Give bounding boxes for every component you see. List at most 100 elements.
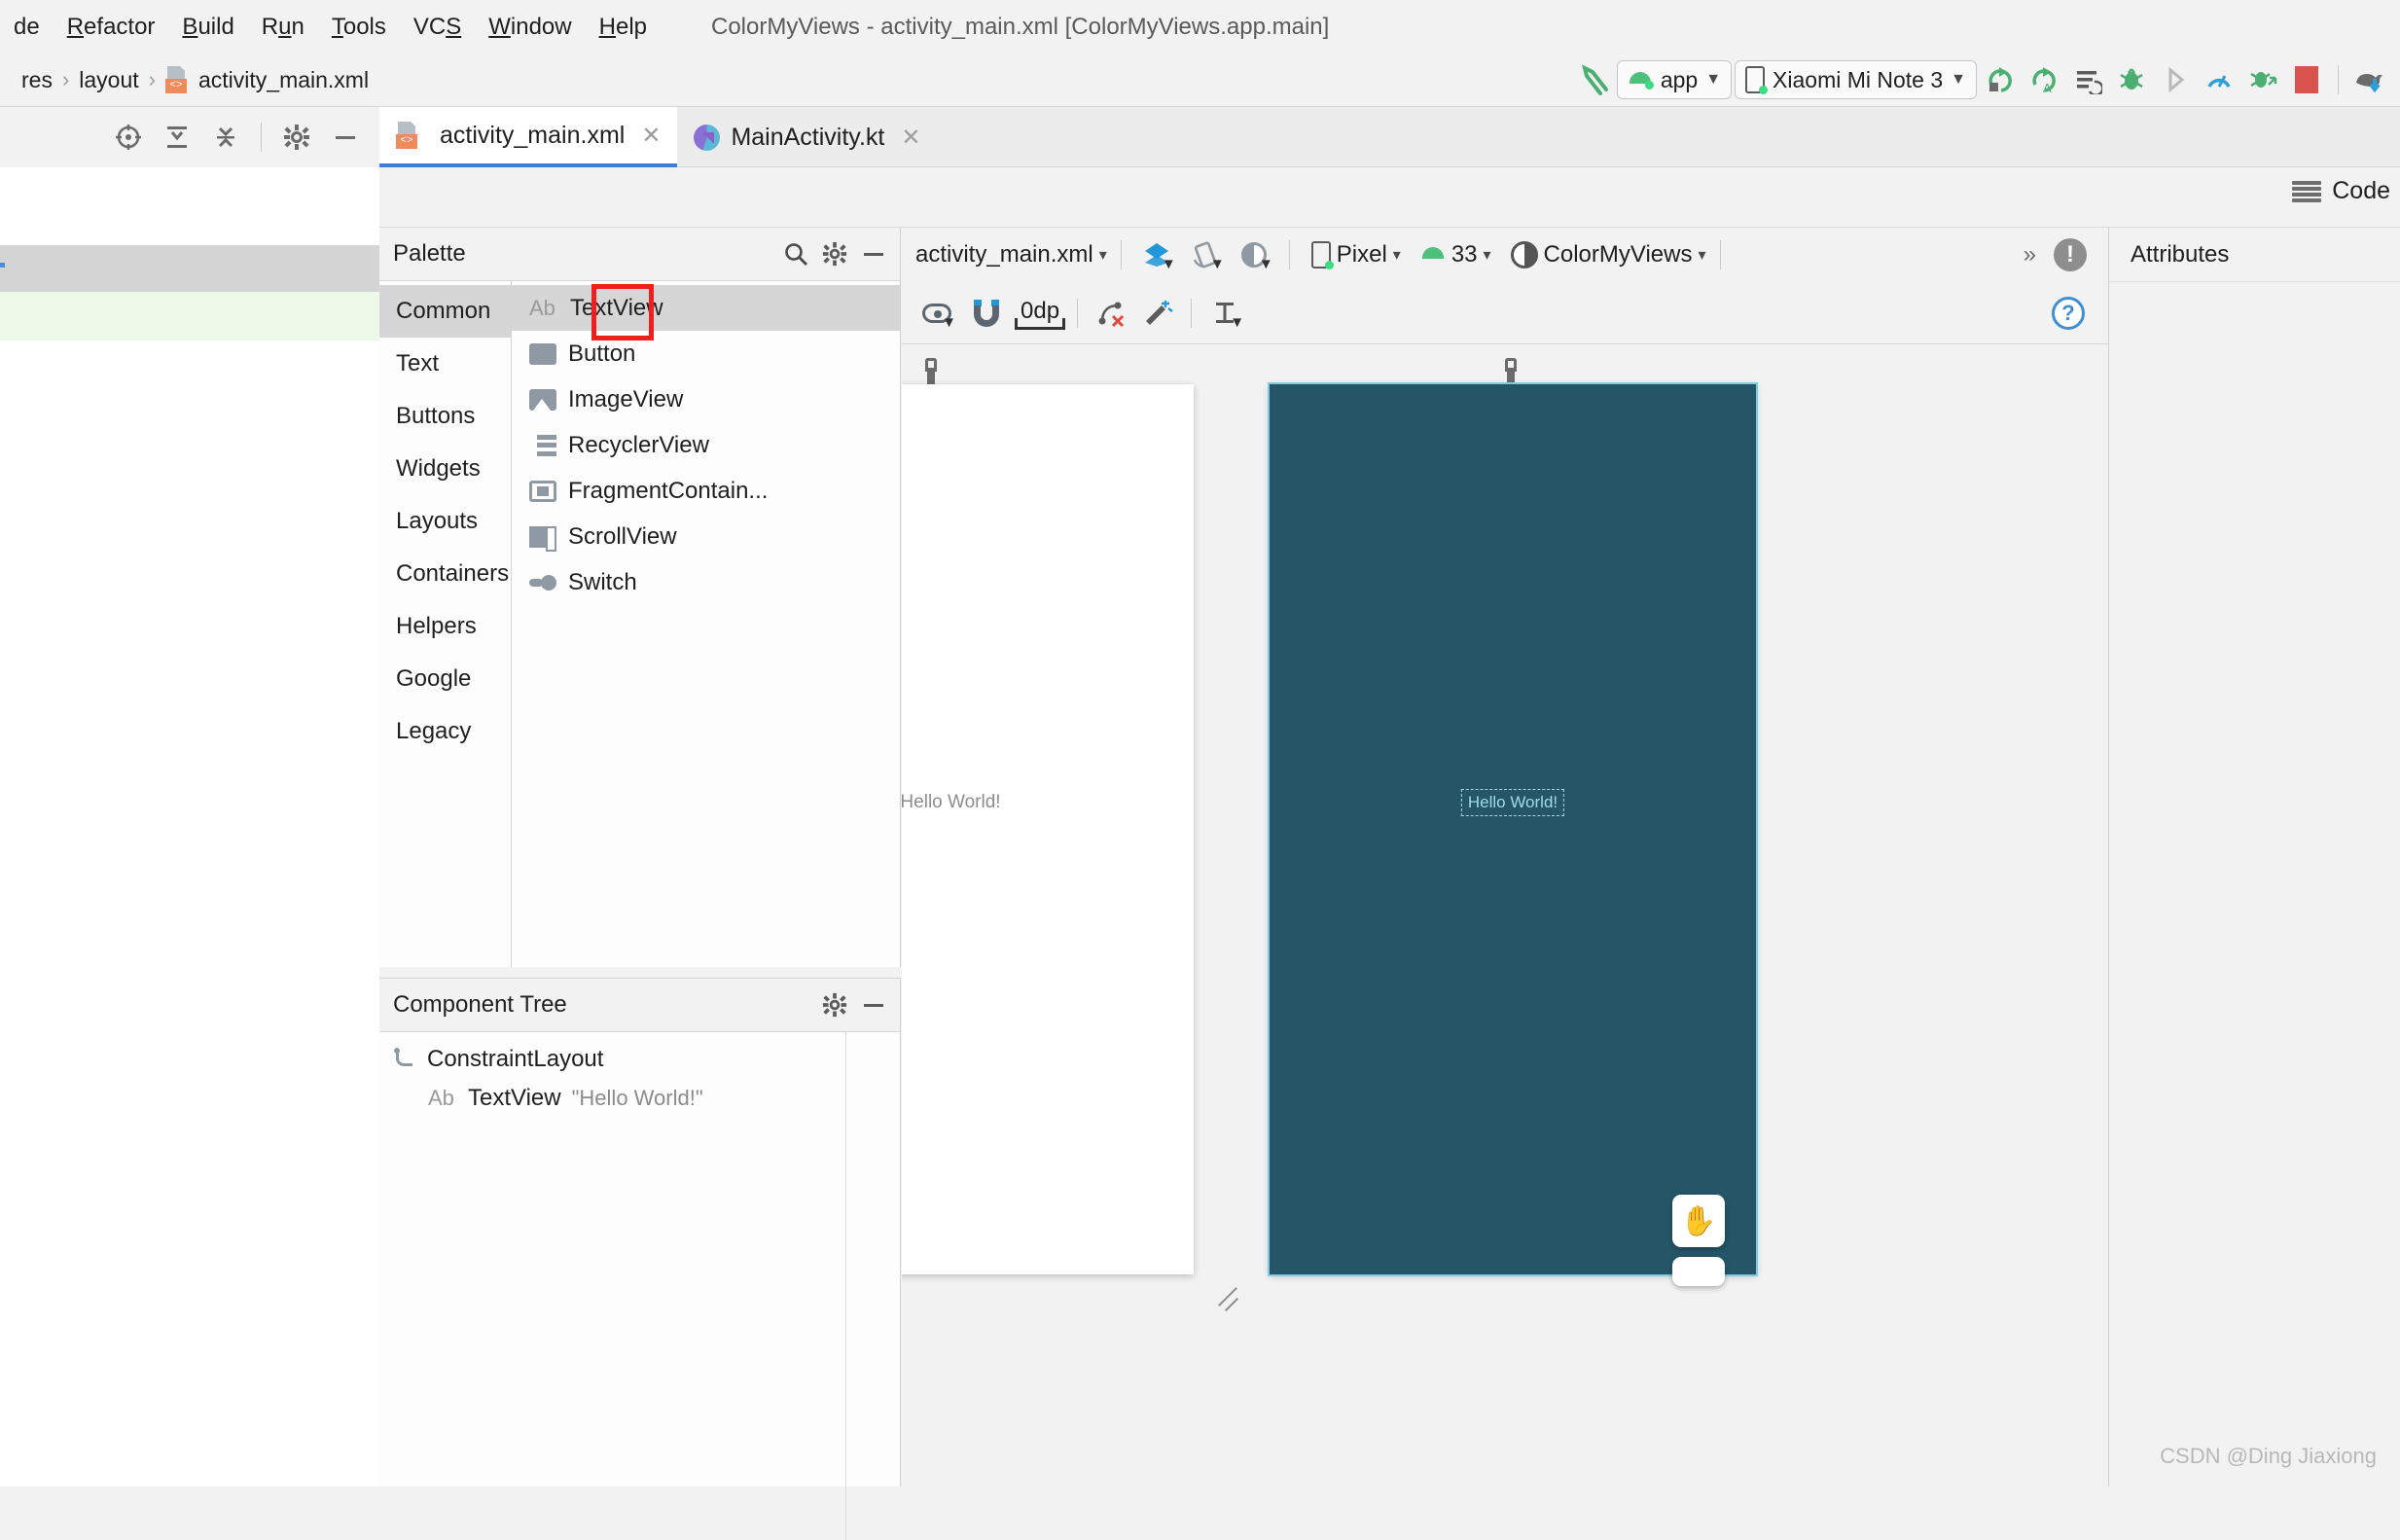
view-options-eye-icon[interactable]: ▼ [915,294,958,333]
night-mode-icon[interactable]: ▼ [1233,235,1275,274]
gear-icon[interactable] [822,241,847,267]
palette-category-buttons[interactable]: Buttons [379,390,511,443]
breadcrumb-item-file[interactable]: <>activity_main.xml [160,66,375,93]
tree-node-constraintlayout[interactable]: ConstraintLayout [379,1040,845,1079]
help-icon[interactable]: ? [2052,297,2085,330]
palette-item-label: Switch [568,569,637,596]
issues-icon[interactable]: ! [2054,238,2087,271]
breadcrumb-item-layout[interactable]: layout [73,67,144,93]
palette-item-switch[interactable]: Switch [512,559,900,605]
zoom-controls-button[interactable] [1672,1257,1725,1286]
palette-item-button[interactable]: Button [512,331,900,376]
design-mode-icon[interactable]: ▼ [1135,235,1178,274]
palette-category-legacy[interactable]: Legacy [379,705,511,758]
menu-item-build[interactable]: Build [168,14,247,41]
menu-item-help[interactable]: Help [586,14,661,41]
phone-icon [1745,66,1765,93]
tab-main-activity-kt[interactable]: MainActivity.kt ✕ [677,107,937,167]
design-theme-label[interactable]: ColorMyViews [1544,241,1693,269]
tree-node-label: TextView [468,1085,561,1112]
run-configuration-selector[interactable]: app ▼ [1617,60,1732,99]
stop-icon[interactable] [2286,59,2327,100]
infer-constraints-icon[interactable] [1136,294,1179,333]
chevron-down-icon[interactable]: ▾ [1099,245,1107,265]
design-preview-resize-handle[interactable] [1213,1280,1246,1313]
expand-all-icon[interactable] [156,116,198,159]
apply-changes-icon[interactable] [2067,59,2108,100]
palette-category-layouts[interactable]: Layouts [379,495,511,548]
design-api-label[interactable]: 33 [1451,241,1478,269]
ab-icon: Ab [529,296,558,321]
blueprint-preview-hello-world-text[interactable]: Hello World! [1461,789,1564,816]
orientation-icon[interactable]: ▼ [1184,235,1227,274]
run-with-coverage-icon[interactable]: A [2024,59,2064,100]
tree-node-textview[interactable]: Ab TextView "Hello World!" [379,1079,845,1118]
hand-pan-icon[interactable]: ✋ [1672,1195,1725,1247]
menu-item-code[interactable]: de [0,14,54,41]
project-tool-actions [0,107,379,167]
menu-item-refactor[interactable]: Refactor [54,14,169,41]
step-over-icon[interactable] [2155,59,2196,100]
design-canvas[interactable]: Hello World! Hello World! ✋ [902,344,2108,1486]
target-icon[interactable] [107,116,150,159]
profiler-icon[interactable] [2199,59,2239,100]
autoconnect-magnet-icon[interactable] [962,294,1011,333]
collapse-all-icon[interactable] [204,116,247,159]
run-icon[interactable] [1980,59,2021,100]
menu-item-window[interactable]: Window [475,14,585,41]
palette-category-common[interactable]: Common [379,285,511,338]
search-icon[interactable] [783,241,808,267]
palette-item-imageview[interactable]: ImageView [512,376,900,422]
tab-activity-main-xml[interactable]: <> activity_main.xml ✕ [379,107,677,167]
palette-title: Palette [393,240,466,268]
palette-item-recyclerview[interactable]: RecyclerView [512,422,900,468]
chevron-down-icon[interactable]: ▾ [1393,245,1401,265]
component-tree-header: Component Tree [379,979,900,1032]
gear-icon[interactable] [275,116,318,159]
component-tree-title: Component Tree [393,991,567,1019]
code-editor-sliver[interactable] [0,167,379,1486]
menu-item-vcs[interactable]: VCS [400,14,475,41]
breadcrumb-separator: › [58,67,73,92]
design-preview-device[interactable]: Hello World! [902,384,1194,1274]
device-selector[interactable]: Xiaomi Mi Note 3 ▼ [1735,60,1977,99]
palette-category-containers[interactable]: Containers [379,548,511,600]
palette-category-widgets[interactable]: Widgets [379,443,511,495]
palette-category-helpers[interactable]: Helpers [379,600,511,653]
design-file-label[interactable]: activity_main.xml [915,241,1093,269]
palette-item-label: ImageView [568,386,683,413]
chevron-down-icon: ▼ [1210,256,1225,272]
minimize-icon[interactable] [861,241,886,267]
editor-mode-code-button[interactable]: Code [2292,177,2390,205]
attach-debugger-icon[interactable] [2242,59,2283,100]
design-device-label[interactable]: Pixel [1337,241,1387,269]
palette-item-textview[interactable]: Ab TextView [512,285,900,331]
blueprint-preview-device[interactable]: Hello World! [1270,384,1756,1274]
toolbar-divider [1720,240,1721,269]
default-margin-icon[interactable]: 0dp [1015,298,1065,328]
back-arrow-icon[interactable] [1573,59,1614,100]
toolbar-divider [1289,240,1290,269]
close-icon[interactable]: ✕ [901,124,920,152]
close-icon[interactable]: ✕ [641,122,661,150]
align-icon[interactable]: ▼ [1203,294,1246,333]
minimize-icon[interactable] [861,992,886,1018]
breadcrumb-item-res[interactable]: res [16,67,58,93]
chevron-down-icon[interactable]: ▾ [1484,245,1491,265]
clear-constraints-icon[interactable] [1090,294,1132,333]
design-preview-hello-world-text[interactable]: Hello World! [902,792,1001,813]
menu-item-run[interactable]: Run [248,14,318,41]
debug-icon[interactable] [2111,59,2152,100]
api-icon [1420,245,1446,265]
gradle-sync-icon[interactable] [2349,59,2390,100]
palette-category-google[interactable]: Google [379,653,511,705]
palette-item-scrollview[interactable]: ScrollView [512,514,900,559]
minimize-icon[interactable] [324,116,367,159]
overflow-chevrons-icon[interactable]: » [2024,241,2036,269]
menu-item-tools[interactable]: Tools [318,14,400,41]
palette-body: Common Text Buttons Widgets Layouts Cont… [379,281,900,967]
chevron-down-icon[interactable]: ▾ [1698,245,1705,265]
palette-item-fragmentcontainer[interactable]: FragmentContain... [512,468,900,514]
gear-icon[interactable] [822,992,847,1018]
palette-category-text[interactable]: Text [379,338,511,390]
